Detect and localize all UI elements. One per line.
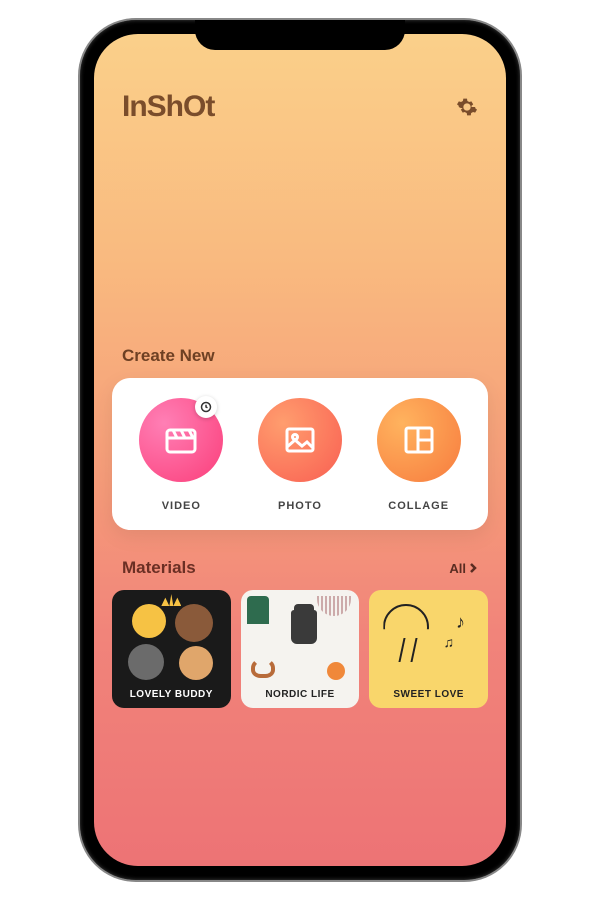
material-nordic-life[interactable]: NORDIC LIFE <box>241 590 360 708</box>
create-photo-button[interactable]: PHOTO <box>258 398 342 512</box>
clock-icon <box>200 401 212 413</box>
material-label: SWEET LOVE <box>393 689 464 700</box>
app-logo: InShOt <box>122 90 214 124</box>
create-collage-label: COLLAGE <box>388 500 449 512</box>
create-photo-label: PHOTO <box>278 500 322 512</box>
photo-circle <box>258 398 342 482</box>
create-new-card: VIDEO PHOTO <box>112 378 488 530</box>
app-screen: InShOt Create New <box>94 34 506 866</box>
phone-frame: InShOt Create New <box>80 20 520 880</box>
all-label: All <box>449 561 466 576</box>
hero-spacer <box>94 136 506 346</box>
materials-row: LOVELY BUDDY NORDIC LIFE ♫ SWEET LOVE <box>94 590 506 724</box>
create-collage-button[interactable]: COLLAGE <box>377 398 461 512</box>
clapperboard-icon <box>161 420 201 460</box>
collage-circle <box>377 398 461 482</box>
device-notch <box>195 20 405 50</box>
create-video-button[interactable]: VIDEO <box>139 398 223 512</box>
material-label: NORDIC LIFE <box>265 689 334 700</box>
create-new-label: Create New <box>94 346 506 378</box>
materials-title: Materials <box>122 558 196 578</box>
image-icon <box>280 420 320 460</box>
grid-icon <box>399 420 439 460</box>
material-lovely-buddy[interactable]: LOVELY BUDDY <box>112 590 231 708</box>
material-sweet-love[interactable]: ♫ SWEET LOVE <box>369 590 488 708</box>
materials-header: Materials All <box>94 530 506 590</box>
materials-all-link[interactable]: All <box>449 561 478 576</box>
material-label: LOVELY BUDDY <box>130 689 213 700</box>
chevron-right-icon <box>468 563 478 573</box>
create-video-label: VIDEO <box>162 500 201 512</box>
gear-icon[interactable] <box>456 96 478 118</box>
